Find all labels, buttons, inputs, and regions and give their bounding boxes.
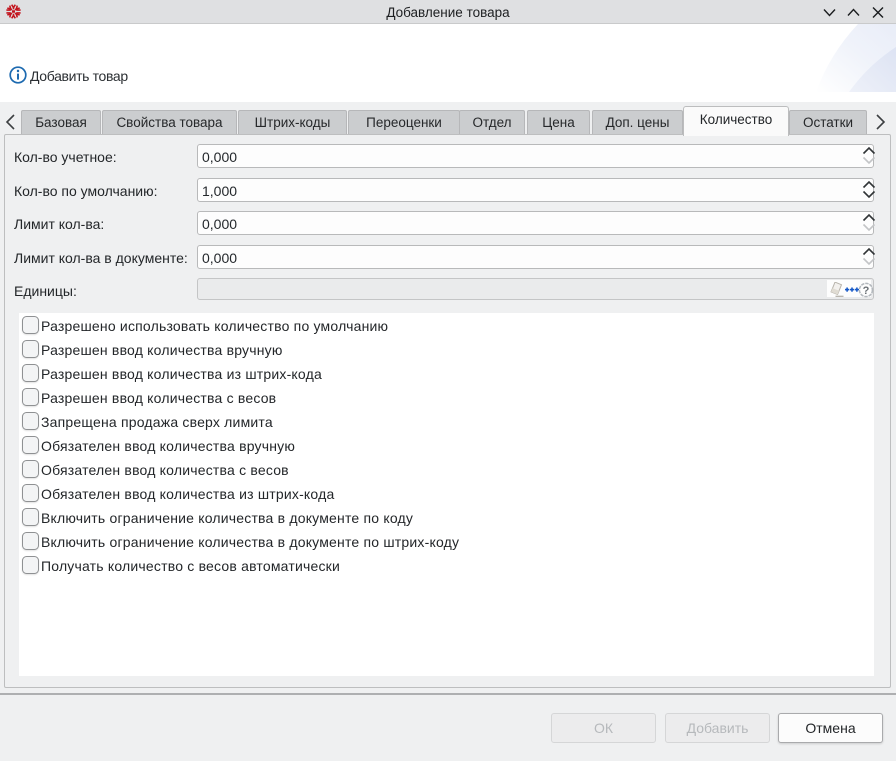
svg-text:?: ? — [863, 285, 870, 297]
